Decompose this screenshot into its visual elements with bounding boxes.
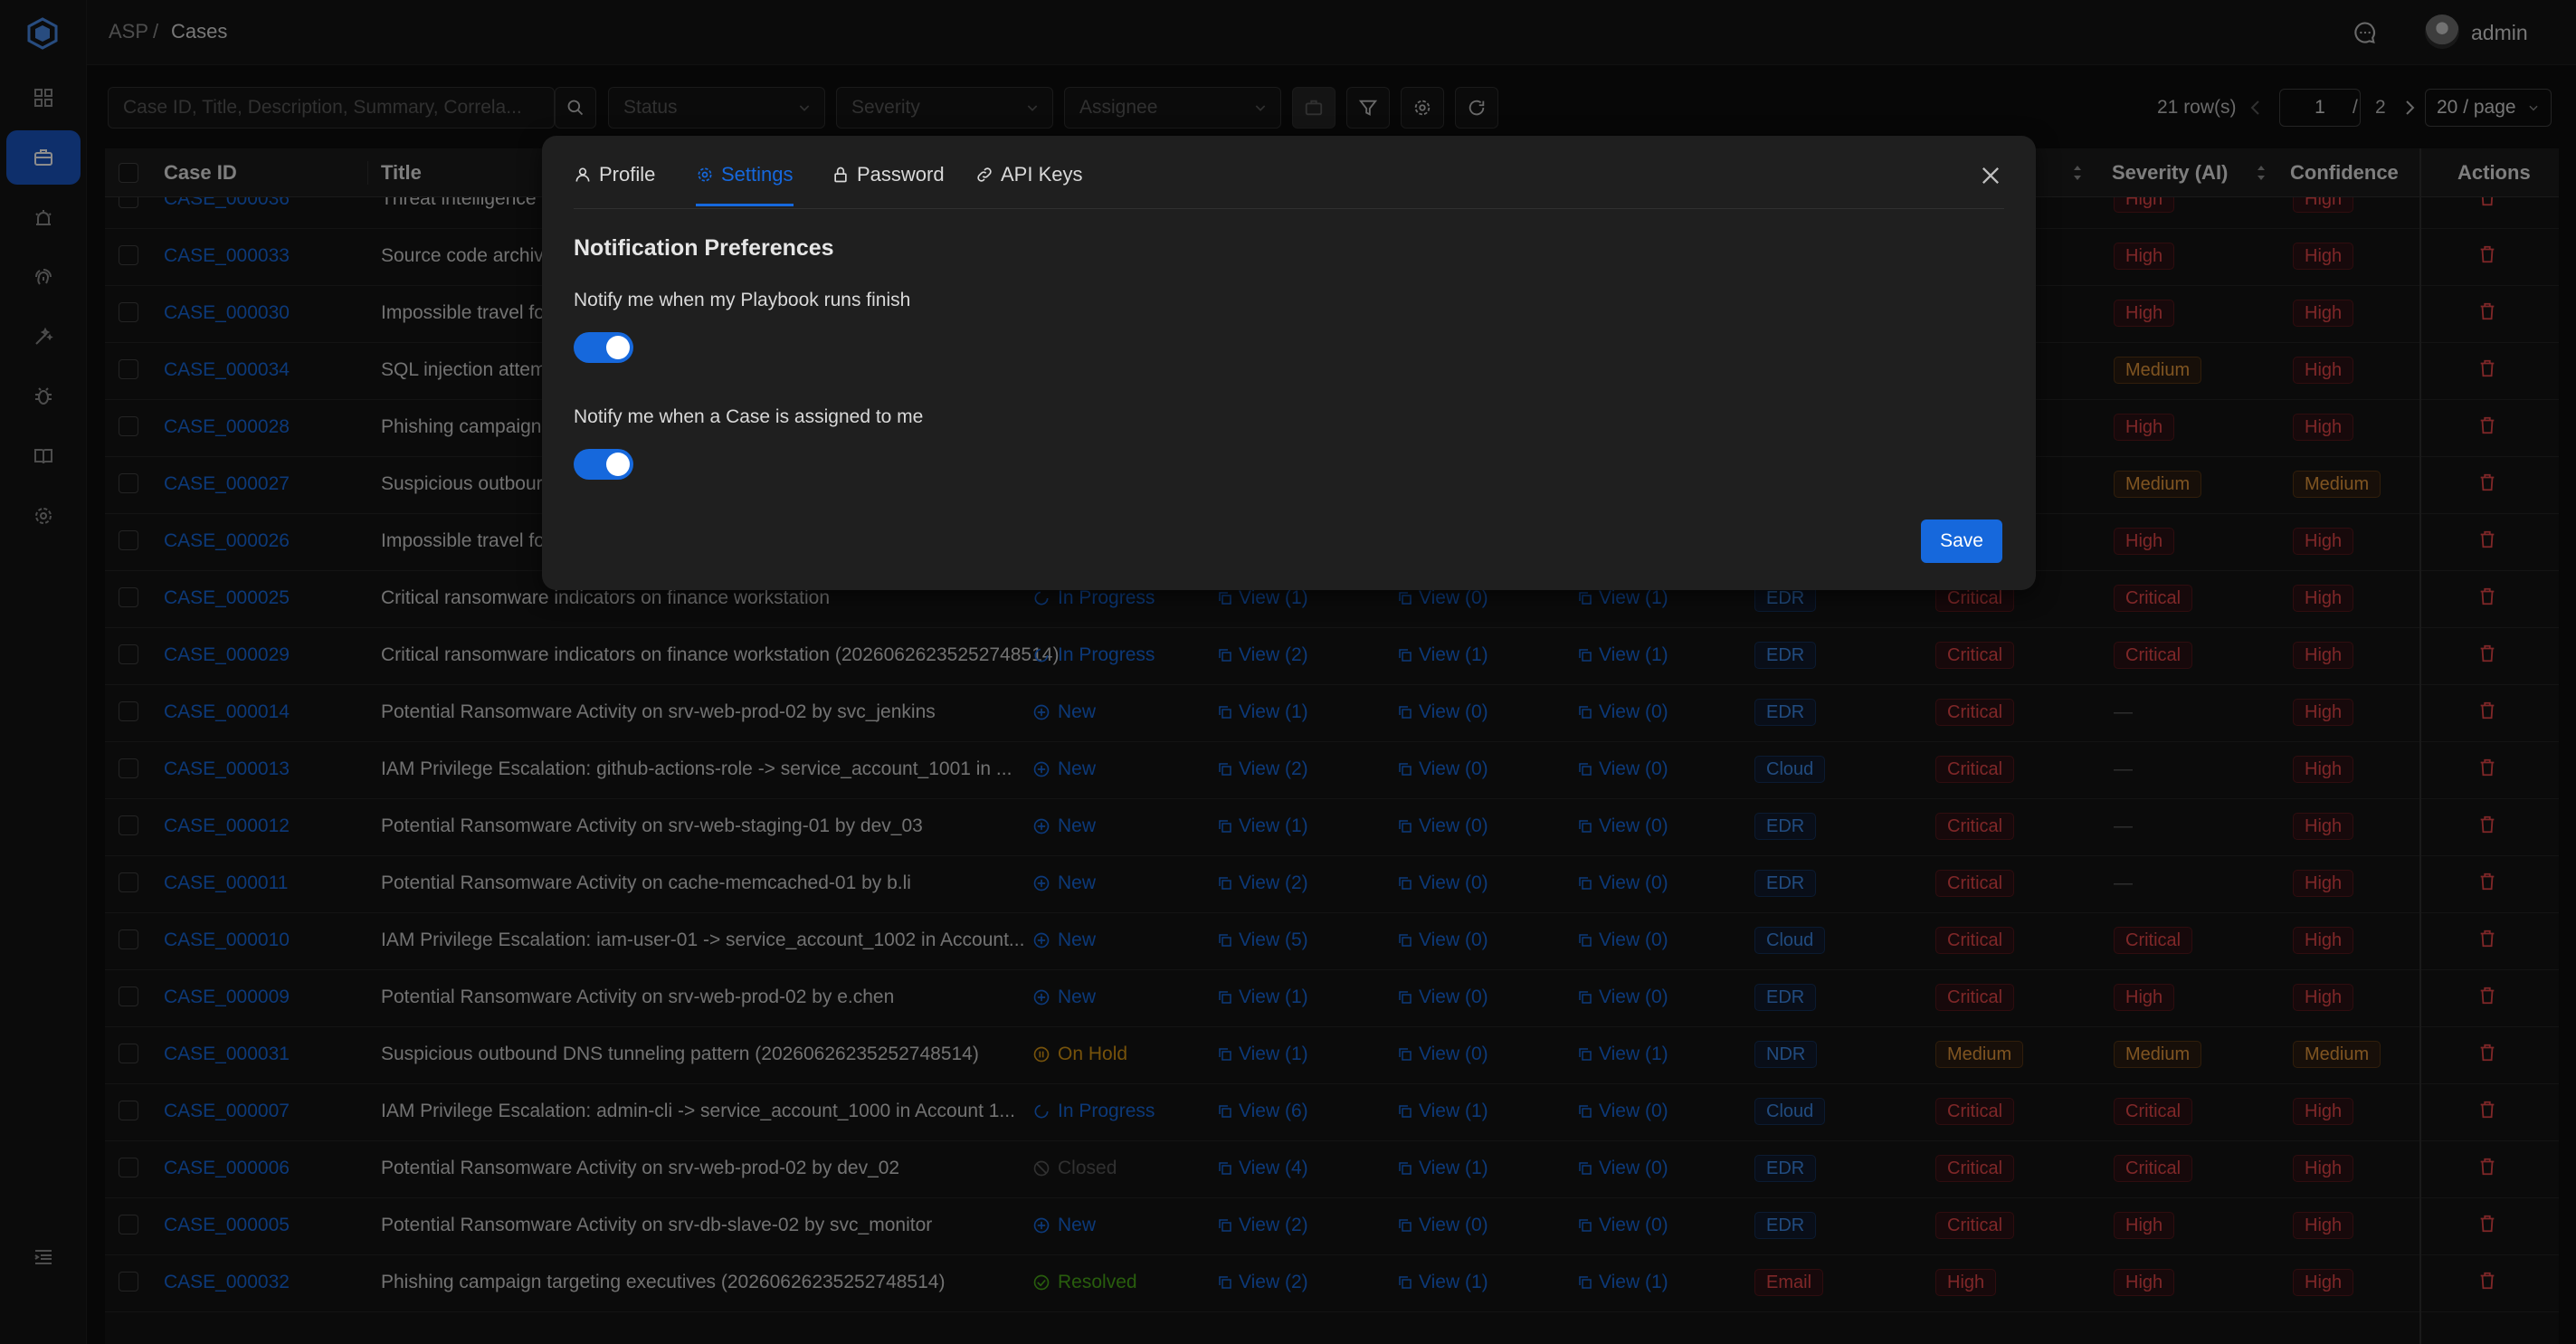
section-title: Notification Preferences [574, 235, 834, 261]
user-icon [575, 167, 590, 182]
case-assigned-notify-toggle[interactable] [574, 449, 633, 480]
tab-profile[interactable]: Profile [574, 163, 655, 206]
tab-password-label: Password [857, 163, 945, 186]
tab-api-keys[interactable]: API Keys [975, 163, 1082, 206]
case-assigned-notify-label: Notify me when a Case is assigned to me [574, 406, 924, 427]
tab-settings-label: Settings [721, 163, 794, 186]
close-icon [1982, 167, 1999, 184]
user-settings-modal: Profile Settings Password API Keys Notif… [542, 136, 2036, 590]
tab-profile-label: Profile [599, 163, 656, 186]
playbook-notify-toggle[interactable] [574, 332, 633, 363]
tab-settings[interactable]: Settings [696, 163, 794, 206]
gear-icon [698, 167, 712, 182]
app: ASP / Cases admin Case ID, Title, Descri… [0, 0, 2576, 1344]
link-icon [977, 167, 992, 182]
tab-divider [574, 208, 2004, 209]
save-button[interactable]: Save [1921, 519, 2002, 563]
close-button[interactable] [1978, 163, 2003, 188]
playbook-notify-label: Notify me when my Playbook runs finish [574, 290, 911, 310]
lock-icon [834, 167, 847, 183]
tab-api-keys-label: API Keys [1001, 163, 1083, 186]
tab-password[interactable]: Password [832, 163, 945, 206]
